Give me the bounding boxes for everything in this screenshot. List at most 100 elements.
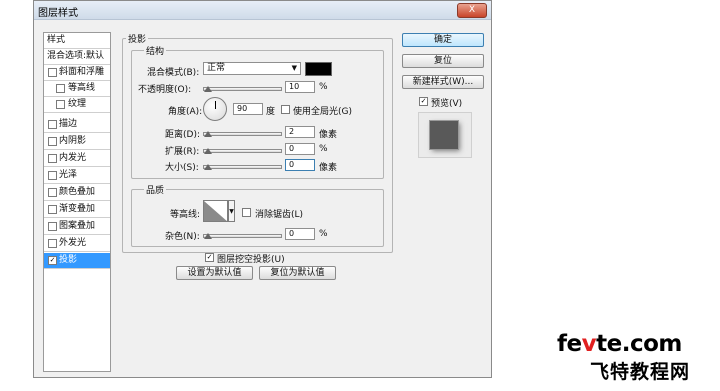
spread-slider[interactable] xyxy=(203,149,282,153)
sidebar-item-inner-shadow[interactable]: 内阴影 xyxy=(44,134,110,150)
checkbox[interactable] xyxy=(48,154,57,163)
blend-mode-label: 混合模式(B): xyxy=(147,68,200,78)
style-preview-thumbnail xyxy=(418,112,472,158)
distance-input[interactable]: 2 xyxy=(285,126,315,138)
checkbox[interactable] xyxy=(56,84,65,93)
size-label: 大小(S): xyxy=(165,163,199,173)
opacity-unit: % xyxy=(319,82,328,92)
spread-slider-thumb[interactable] xyxy=(204,148,212,154)
sidebar-item-label: 图案叠加 xyxy=(59,221,96,231)
sidebar-item-label: 纹理 xyxy=(68,99,87,109)
size-input[interactable]: 0 xyxy=(285,159,315,171)
sidebar-item-label: 投影 xyxy=(59,255,78,265)
sidebar-item-label: 斜面和浮雕 xyxy=(59,67,105,77)
opacity-slider-thumb[interactable] xyxy=(204,86,212,92)
sidebar-item-texture[interactable]: 纹理 xyxy=(44,97,110,113)
noise-slider-thumb[interactable] xyxy=(204,233,212,239)
distance-unit: 像素 xyxy=(319,130,338,140)
size-slider[interactable] xyxy=(203,165,282,169)
sidebar-item-inner-glow[interactable]: 内发光 xyxy=(44,151,110,167)
angle-dial[interactable] xyxy=(203,97,227,121)
sidebar-item-label: 等高线 xyxy=(68,83,96,93)
sidebar-item-label: 光泽 xyxy=(59,170,78,180)
blend-mode-select[interactable]: 正常 ▼ xyxy=(203,62,301,75)
sidebar-item-bevel-emboss[interactable]: 斜面和浮雕 xyxy=(44,65,110,81)
noise-slider[interactable] xyxy=(203,234,282,238)
contour-dropdown-arrow[interactable]: ▼ xyxy=(228,200,235,222)
checkbox[interactable]: ✓ xyxy=(48,256,57,265)
angle-label: 角度(A): xyxy=(168,107,203,117)
sidebar-item-drop-shadow[interactable]: ✓ 投影 xyxy=(44,253,110,269)
global-light-label: 使用全局光(G) xyxy=(293,107,352,117)
new-style-button[interactable]: 新建样式(W)... xyxy=(402,75,484,89)
chevron-down-icon: ▼ xyxy=(291,64,297,72)
sidebar-item-satin[interactable]: 光泽 xyxy=(44,168,110,184)
checkbox[interactable] xyxy=(48,120,57,129)
reset-button[interactable]: 复位 xyxy=(402,54,484,68)
sidebar-item-label: 内阴影 xyxy=(59,136,87,146)
sidebar-item-label: 描边 xyxy=(59,119,78,129)
contour-curve-icon xyxy=(204,201,227,221)
structure-title: 结构 xyxy=(144,44,167,57)
sidebar-item-gradient-overlay[interactable]: 渐变叠加 xyxy=(44,202,110,218)
preview-square xyxy=(430,121,458,149)
checkbox[interactable] xyxy=(48,222,57,231)
knockout-label: 图层挖空投影(U) xyxy=(217,255,285,265)
checkbox[interactable] xyxy=(48,171,57,180)
ok-button[interactable]: 确定 xyxy=(402,33,484,47)
antialias-label: 消除锯齿(L) xyxy=(255,210,304,220)
sidebar-header-styles[interactable]: 样式 xyxy=(44,33,110,49)
sidebar-item-blending-options[interactable]: 混合选项:默认 xyxy=(44,49,110,65)
size-slider-thumb[interactable] xyxy=(204,164,212,170)
make-default-button[interactable]: 设置为默认值 xyxy=(176,266,253,280)
checkbox[interactable] xyxy=(56,100,65,109)
blend-mode-value: 正常 xyxy=(207,63,226,73)
sidebar-item-label: 颜色叠加 xyxy=(59,187,96,197)
shadow-color-swatch[interactable] xyxy=(305,62,332,76)
noise-unit: % xyxy=(319,229,328,239)
distance-label: 距离(D): xyxy=(165,130,200,140)
close-button[interactable]: X xyxy=(457,3,487,18)
reset-default-button[interactable]: 复位为默认值 xyxy=(259,266,336,280)
sidebar-item-contour[interactable]: 等高线 xyxy=(44,81,110,97)
noise-input[interactable]: 0 xyxy=(285,228,315,240)
distance-slider-thumb[interactable] xyxy=(204,131,212,137)
watermark-part: te.com xyxy=(596,331,682,357)
sidebar-item-label: 内发光 xyxy=(59,153,87,163)
sidebar-item-label: 外发光 xyxy=(59,238,87,248)
distance-slider[interactable] xyxy=(203,132,282,136)
styles-sidebar: 样式 混合选项:默认 斜面和浮雕 等高线 纹理 描边 内阴影 内发光 光泽 颜色… xyxy=(43,32,111,372)
contour-picker[interactable] xyxy=(203,200,228,222)
spread-label: 扩展(R): xyxy=(165,147,200,157)
sidebar-item-label: 样式 xyxy=(47,35,66,45)
opacity-slider[interactable] xyxy=(203,87,282,91)
contour-label: 等高线: xyxy=(170,210,201,220)
sidebar-item-label: 渐变叠加 xyxy=(59,204,96,214)
watermark-site-name: 飞特教程网 xyxy=(590,361,691,383)
checkbox[interactable] xyxy=(48,188,57,197)
spread-unit: % xyxy=(319,144,328,154)
angle-unit: 度 xyxy=(266,107,276,117)
checkbox[interactable] xyxy=(48,239,57,248)
opacity-input[interactable]: 10 xyxy=(285,81,315,93)
checkbox[interactable] xyxy=(48,68,57,77)
watermark-part-red: v xyxy=(581,331,597,357)
sidebar-item-pattern-overlay[interactable]: 图案叠加 xyxy=(44,219,110,235)
title-bar: 图层样式 X xyxy=(34,1,491,20)
layer-style-dialog: 图层样式 X 样式 混合选项:默认 斜面和浮雕 等高线 纹理 描边 内阴影 内发… xyxy=(33,0,492,378)
global-light-checkbox[interactable] xyxy=(281,105,290,114)
opacity-label: 不透明度(O): xyxy=(138,85,192,95)
sidebar-item-outer-glow[interactable]: 外发光 xyxy=(44,236,110,252)
angle-input[interactable]: 90 xyxy=(233,103,263,115)
sidebar-item-stroke[interactable]: 描边 xyxy=(44,117,110,133)
checkbox[interactable] xyxy=(48,137,57,146)
sidebar-item-label: 混合选项:默认 xyxy=(47,51,105,61)
knockout-checkbox[interactable]: ✓ xyxy=(205,253,214,262)
checkbox[interactable] xyxy=(48,205,57,214)
sidebar-item-color-overlay[interactable]: 颜色叠加 xyxy=(44,185,110,201)
quality-title: 品质 xyxy=(144,183,167,196)
antialias-checkbox[interactable] xyxy=(242,208,251,217)
angle-dial-needle xyxy=(215,101,216,109)
preview-checkbox[interactable]: ✓ xyxy=(419,97,428,106)
spread-input[interactable]: 0 xyxy=(285,143,315,155)
